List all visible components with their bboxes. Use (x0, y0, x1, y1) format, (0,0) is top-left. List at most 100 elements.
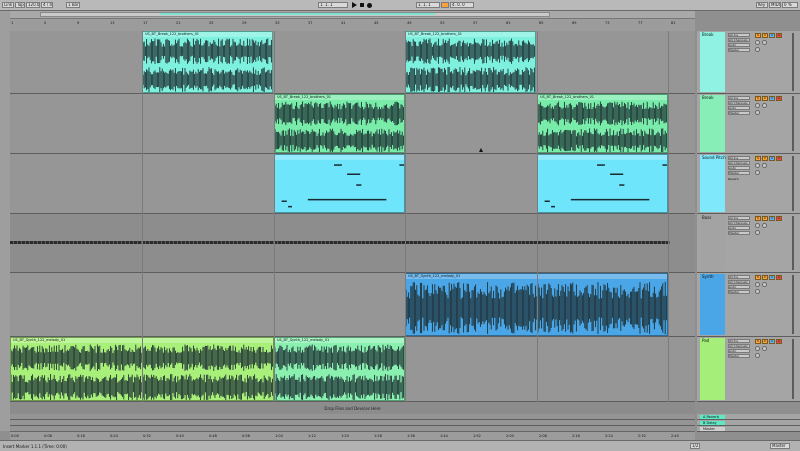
track-lane[interactable]: US_BT_Break_122_brothers_01 US_BT_Break_1… (10, 31, 695, 94)
arm-button[interactable]: C (776, 339, 782, 344)
output-selector[interactable]: Master (728, 290, 750, 294)
input-type-selector[interactable]: All Ins (728, 96, 750, 100)
audio-clip[interactable]: US_BT_Synth_122_melody_01 (274, 337, 405, 401)
solo-button[interactable]: S (769, 216, 775, 221)
send-a-knob[interactable] (755, 223, 760, 228)
monitor-selector[interactable]: Auto (728, 106, 750, 110)
track-name[interactable]: Sound Pitch (702, 156, 726, 160)
track-activator-button[interactable]: S (755, 156, 761, 161)
send-b-knob[interactable] (762, 282, 767, 287)
track-activator-button[interactable]: S (755, 339, 761, 344)
send-b-knob[interactable] (762, 40, 767, 45)
audio-clip[interactable]: US_BT_Break_122_brothers_01 (142, 31, 273, 93)
master-selector[interactable]: Master (770, 443, 790, 449)
monitor-selector[interactable]: Auto (728, 226, 750, 230)
track-activator-button[interactable]: S (755, 33, 761, 38)
volume-field[interactable]: 0 (762, 275, 768, 280)
loop-toggle-button[interactable] (441, 2, 449, 8)
arm-button[interactable]: C (776, 96, 782, 101)
track-activator-button[interactable]: S (755, 96, 761, 101)
arm-button[interactable]: C (776, 275, 782, 280)
track-header[interactable]: Pad All Ins All Channels Auto Master S 0 S C (697, 337, 800, 402)
track-name[interactable]: Pad (702, 339, 709, 343)
track-color-strip[interactable] (700, 274, 725, 335)
volume-field[interactable]: 0 (762, 33, 768, 38)
arm-button[interactable]: C (776, 33, 782, 38)
pan-knob[interactable] (755, 353, 760, 358)
volume-field[interactable]: 0 (762, 339, 768, 344)
output-selector[interactable]: Master (728, 171, 750, 175)
pan-knob[interactable] (755, 230, 760, 235)
pan-knob[interactable] (755, 110, 760, 115)
track-activator-button[interactable]: S (755, 216, 761, 221)
return-track-name[interactable]: B Delay (703, 421, 717, 425)
audio-clip[interactable]: US_BT_Break_122_brothers_01 (537, 94, 668, 153)
solo-button[interactable]: S (769, 33, 775, 38)
volume-field[interactable]: 0 (762, 216, 768, 221)
monitor-selector[interactable]: Auto (728, 349, 750, 353)
time-ruler-bottom[interactable]: 0:00 0:08 0:16 0:24 0:32 0:40 0:48 0:56 1:04 1:12… (10, 431, 695, 440)
monitor-selector[interactable]: Auto (728, 43, 750, 47)
monitor-selector[interactable]: Auto (728, 285, 750, 289)
send-a-knob[interactable] (755, 163, 760, 168)
input-type-selector[interactable]: All Ins (728, 156, 750, 160)
input-channel-selector[interactable]: All Channels (728, 280, 750, 284)
output-selector[interactable]: Master (728, 111, 750, 115)
send-a-knob[interactable] (755, 103, 760, 108)
audio-clip[interactable]: US_BT_Break_122_brothers_01 (405, 31, 536, 93)
input-channel-selector[interactable]: All Channels (728, 221, 750, 225)
track-header[interactable]: Break All Ins All Channels Auto Master S 0 S C (697, 94, 800, 154)
input-channel-selector[interactable]: All Channels (728, 161, 750, 165)
arm-button[interactable]: C (776, 216, 782, 221)
return-track-name[interactable]: A Reverb (703, 415, 719, 419)
track-header[interactable]: Sound Pitch All Ins All Channels Auto Master… (697, 154, 800, 214)
return-track-name[interactable]: Master (703, 427, 715, 431)
output-selector[interactable]: Master (728, 354, 750, 358)
track-name[interactable]: Synth (702, 275, 714, 279)
output-selector[interactable]: Master (728, 231, 750, 235)
arm-button[interactable]: C (776, 156, 782, 161)
solo-button[interactable]: S (769, 339, 775, 344)
track-color-strip[interactable] (700, 95, 725, 152)
output-selector[interactable]: Master (728, 48, 750, 52)
input-type-selector[interactable]: All Ins (728, 33, 750, 37)
key-map-button[interactable]: Key (756, 2, 768, 8)
audio-clip[interactable] (537, 154, 668, 213)
track-header[interactable]: Break All Ins All Channels Auto Master S 0 S C (697, 31, 800, 94)
input-type-selector[interactable]: All Ins (728, 275, 750, 279)
monitor-selector[interactable]: Auto (728, 166, 750, 170)
send-b-knob[interactable] (762, 223, 767, 228)
input-channel-selector[interactable]: All Channels (728, 38, 750, 42)
arrangement-position-field[interactable]: 1. 1. 1 (318, 2, 348, 8)
pan-knob[interactable] (755, 170, 760, 175)
audio-clip[interactable] (274, 154, 405, 213)
track-lane[interactable]: US_BT_Break_122_brothers_01 US_BT_Break_1… (10, 94, 695, 154)
input-type-selector[interactable]: All Ins (728, 216, 750, 220)
stop-icon[interactable] (360, 3, 364, 7)
volume-field[interactable]: 0 (762, 96, 768, 101)
return-track-header[interactable]: Master (697, 426, 800, 432)
solo-button[interactable]: S (769, 96, 775, 101)
track-lane[interactable]: US_BT_Synth_122_melody_01 US_BT_Synth_122… (10, 337, 695, 402)
zoom-display[interactable]: 1/2 (690, 443, 700, 449)
track-header[interactable]: Synth All Ins All Channels Auto Master S 0 S C (697, 273, 800, 337)
track-activator-button[interactable]: S (755, 275, 761, 280)
pan-knob[interactable] (755, 47, 760, 52)
track-lane[interactable] (10, 214, 695, 273)
track-color-strip[interactable] (700, 338, 725, 400)
link-button[interactable]: Link (2, 2, 14, 8)
solo-button[interactable]: S (769, 275, 775, 280)
tempo-field[interactable]: 120.00 (26, 2, 40, 8)
send-a-knob[interactable] (755, 346, 760, 351)
track-color-strip[interactable] (700, 32, 725, 92)
loop-length-field[interactable]: 4. 0. 0 (450, 2, 474, 8)
send-b-knob[interactable] (762, 103, 767, 108)
volume-field[interactable]: 0 (762, 156, 768, 161)
audio-clip[interactable]: US_BT_Break_122_brothers_01 (274, 94, 405, 153)
send-b-knob[interactable] (762, 346, 767, 351)
solo-button[interactable]: S (769, 156, 775, 161)
quantize-menu[interactable]: 1 Bar (66, 2, 80, 8)
send-a-knob[interactable] (755, 40, 760, 45)
input-channel-selector[interactable]: All Channels (728, 344, 750, 348)
drop-area[interactable]: Drop Files and Devices Here (10, 402, 695, 414)
